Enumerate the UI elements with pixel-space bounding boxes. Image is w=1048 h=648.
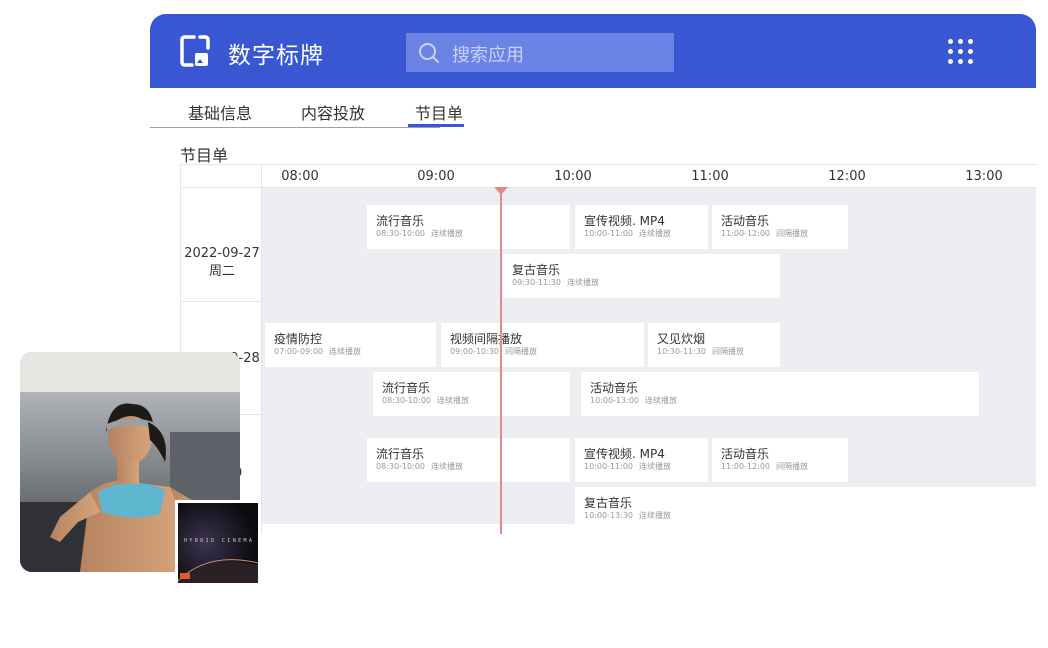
program-mode: 间隔播放 bbox=[776, 462, 808, 471]
program-mode: 连续播放 bbox=[437, 396, 469, 405]
tab-content-delivery[interactable]: 内容投放 bbox=[301, 100, 365, 130]
program-time: 10:00-13:00 bbox=[590, 396, 639, 405]
hour-label: 13:00 bbox=[965, 169, 1003, 184]
program-card[interactable]: 流行音乐 08:30-10:00 连续播放 bbox=[367, 438, 570, 482]
app-window: 数字标牌 搜索应用 基础信息 内容投放 节目单 节目单 08:00 09:00 … bbox=[150, 14, 1036, 534]
program-name: 复古音乐 bbox=[584, 496, 633, 510]
program-card[interactable]: 宣传视频. MP4 10:00-11:00 连续播放 bbox=[575, 205, 708, 249]
hour-label: 11:00 bbox=[691, 169, 729, 184]
program-card[interactable]: 活动音乐 11:00-12:00 间隔播放 bbox=[712, 438, 848, 482]
active-tab-indicator bbox=[408, 124, 464, 127]
program-time: 11:00-12:00 bbox=[721, 229, 770, 238]
program-time: 09:00-10:30 bbox=[450, 347, 499, 356]
program-mode: 连续播放 bbox=[639, 229, 671, 238]
program-card[interactable]: 宣传视频. MP4 10:00-11:00 连续播放 bbox=[575, 438, 708, 482]
grid-icon[interactable] bbox=[948, 39, 978, 65]
hour-label: 09:00 bbox=[417, 169, 455, 184]
program-name: 又见炊烟 bbox=[657, 332, 706, 346]
program-mode: 连续播放 bbox=[431, 462, 463, 471]
program-name: 宣传视频. MP4 bbox=[584, 214, 665, 228]
signage-logo-icon[interactable] bbox=[178, 34, 212, 68]
hour-label: 12:00 bbox=[828, 169, 866, 184]
program-time: 10:00-13:30 bbox=[584, 511, 633, 520]
program-name: 流行音乐 bbox=[382, 381, 431, 395]
program-card[interactable]: 复古音乐 09:30-11:30 连续播放 bbox=[503, 254, 780, 298]
program-time: 08:30-10:00 bbox=[382, 396, 431, 405]
program-card[interactable]: 视频间隔播放 09:00-10:30 间隔播放 bbox=[441, 323, 644, 367]
current-time-line bbox=[500, 189, 502, 534]
tab-basic-info[interactable]: 基础信息 bbox=[188, 100, 252, 130]
program-name: 活动音乐 bbox=[721, 214, 770, 228]
top-bar: 数字标牌 搜索应用 bbox=[150, 14, 1036, 88]
program-mode: 间隔播放 bbox=[776, 229, 808, 238]
app-title: 数字标牌 bbox=[228, 43, 324, 69]
program-card[interactable]: 复古音乐 10:00-13:30 连续播放 bbox=[575, 487, 1036, 531]
program-card[interactable]: 又见炊烟 10:30-11:30 间隔播放 bbox=[648, 323, 780, 367]
poster-title: HYBRID CINEMA bbox=[184, 538, 255, 544]
poster-artwork: HYBRID CINEMA bbox=[178, 503, 258, 583]
section-title: 节目单 bbox=[180, 146, 229, 165]
row-divider bbox=[181, 301, 263, 302]
program-name: 活动音乐 bbox=[590, 381, 639, 395]
program-name: 疫情防控 bbox=[274, 332, 323, 346]
program-name: 复古音乐 bbox=[512, 263, 561, 277]
program-mode: 连续播放 bbox=[639, 462, 671, 471]
program-time: 10:00-11:00 bbox=[584, 229, 633, 238]
search-input[interactable]: 搜索应用 bbox=[452, 41, 524, 67]
program-mode: 连续播放 bbox=[645, 396, 677, 405]
program-time: 07:00-09:00 bbox=[274, 347, 323, 356]
program-time: 10:00-11:00 bbox=[584, 462, 633, 471]
weekday-label: 周二 bbox=[208, 264, 235, 279]
time-header: 08:00 09:00 10:00 11:00 12:00 13:00 bbox=[180, 164, 1036, 188]
date-label: 2022-09-27 bbox=[184, 246, 260, 261]
program-name: 宣传视频. MP4 bbox=[584, 447, 665, 461]
search-icon bbox=[419, 43, 439, 63]
program-mode: 连续播放 bbox=[329, 347, 361, 356]
program-card[interactable]: 流行音乐 08:30-10:00 连续播放 bbox=[373, 372, 570, 416]
program-time: 10:30-11:30 bbox=[657, 347, 706, 356]
program-time: 08:30-10:00 bbox=[376, 462, 425, 471]
current-time-marker bbox=[494, 187, 508, 195]
program-mode: 连续播放 bbox=[567, 278, 599, 287]
program-time: 08:30-10:00 bbox=[376, 229, 425, 238]
program-card[interactable]: 活动音乐 10:00-13:00 连续播放 bbox=[581, 372, 979, 416]
program-card[interactable]: 疫情防控 07:00-09:00 连续播放 bbox=[265, 323, 436, 367]
program-mode: 连续播放 bbox=[639, 511, 671, 520]
hour-label: 08:00 bbox=[281, 169, 319, 184]
cinema-poster: HYBRID CINEMA bbox=[175, 500, 261, 586]
program-name: 流行音乐 bbox=[376, 447, 425, 461]
program-name: 活动音乐 bbox=[721, 447, 770, 461]
hour-label: 10:00 bbox=[554, 169, 592, 184]
program-card[interactable]: 活动音乐 11:00-12:00 间隔播放 bbox=[712, 205, 848, 249]
program-time: 09:30-11:30 bbox=[512, 278, 561, 287]
schedule-table: 08:00 09:00 10:00 11:00 12:00 13:00 2022… bbox=[180, 164, 1036, 534]
program-card[interactable]: 流行音乐 08:30-10:00 连续播放 bbox=[367, 205, 570, 249]
program-time: 11:00-12:00 bbox=[721, 462, 770, 471]
program-mode: 连续播放 bbox=[431, 229, 463, 238]
program-mode: 间隔播放 bbox=[712, 347, 744, 356]
program-name: 视频间隔播放 bbox=[450, 332, 523, 346]
search-bar[interactable]: 搜索应用 bbox=[406, 33, 674, 72]
program-mode: 间隔播放 bbox=[505, 347, 537, 356]
program-name: 流行音乐 bbox=[376, 214, 425, 228]
tab-divider bbox=[150, 127, 440, 128]
